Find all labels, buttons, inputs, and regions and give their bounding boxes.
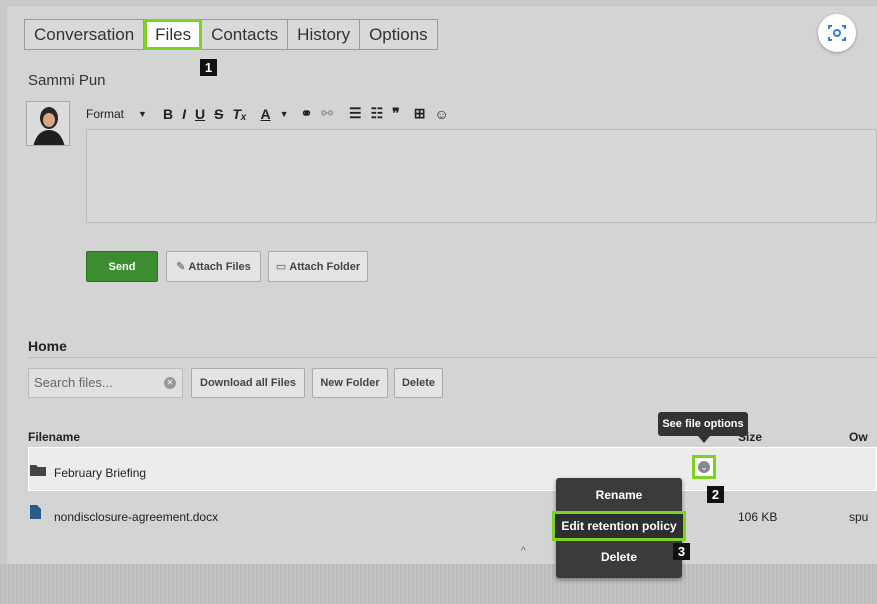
format-toolbar: Format ▼ B I U S Tₓ A ▼ ⚭ ⚯ ☰ ☷ ❞ ⊞ ☺ <box>86 105 458 122</box>
chevron-down-icon: ⌄ <box>698 461 710 473</box>
tooltip: See file options <box>658 412 748 436</box>
font-color-icon[interactable]: A <box>261 106 271 122</box>
tab-conversation[interactable]: Conversation <box>24 19 145 50</box>
bottom-strip <box>0 564 877 604</box>
owner-column-header[interactable]: Ow <box>849 430 868 444</box>
attach-files-button[interactable]: ✎ Attach Files <box>166 251 261 282</box>
attach-files-label: Attach Files <box>188 260 251 273</box>
link-icon[interactable]: ⚭ <box>301 105 313 122</box>
file-owner: spu <box>849 510 869 524</box>
menu-item-edit-retention-policy[interactable]: Edit retention policy <box>552 511 686 541</box>
file-size: 106 KB <box>738 510 778 524</box>
tab-contacts[interactable]: Contacts <box>202 19 289 50</box>
avatar <box>26 101 70 146</box>
tooltip-arrow <box>698 436 710 443</box>
tab-bar: Conversation Files Contacts History Opti… <box>24 19 438 50</box>
numbered-list-icon[interactable]: ☰ <box>349 105 362 122</box>
send-button[interactable]: Send <box>86 251 158 282</box>
paperclip-icon: ✎ <box>176 261 186 273</box>
file-name[interactable]: February Briefing <box>54 466 146 480</box>
tab-options[interactable]: Options <box>360 19 438 50</box>
screenshot-button[interactable] <box>818 14 856 52</box>
folder-icon <box>30 465 46 476</box>
strikethrough-icon[interactable]: S <box>214 106 223 122</box>
scan-icon <box>828 25 846 41</box>
tab-history[interactable]: History <box>288 19 361 50</box>
clear-icon[interactable]: ✕ <box>164 377 176 389</box>
attach-folder-label: Attach Folder <box>289 260 361 273</box>
delete-button[interactable]: Delete <box>394 368 443 398</box>
chevron-down-icon[interactable]: ▼ <box>138 109 147 119</box>
format-dropdown[interactable]: Format <box>86 107 124 121</box>
table-icon[interactable]: ⊞ <box>414 105 426 122</box>
annotation-badge-3: 3 <box>673 543 690 560</box>
italic-icon[interactable]: I <box>182 106 186 122</box>
annotation-badge-1: 1 <box>200 59 217 76</box>
message-editor[interactable] <box>86 129 877 223</box>
scroll-up-icon[interactable]: ^ <box>521 546 526 557</box>
underline-icon[interactable]: U <box>195 106 205 122</box>
file-options-menu: Rename Edit retention policy Delete <box>552 478 686 578</box>
search-placeholder: Search files... <box>34 375 113 390</box>
new-folder-button[interactable]: New Folder <box>312 368 388 398</box>
file-options-button[interactable]: ⌄ <box>692 455 716 479</box>
clear-format-icon[interactable]: Tₓ <box>232 106 246 122</box>
document-icon <box>30 505 41 519</box>
folder-outline-icon: ▭ <box>275 261 287 273</box>
divider <box>28 357 877 358</box>
bullet-list-icon[interactable]: ☷ <box>371 105 384 122</box>
filename-column-header[interactable]: Filename <box>28 430 80 444</box>
menu-item-rename[interactable]: Rename <box>556 480 682 510</box>
tab-files[interactable]: Files <box>144 19 203 50</box>
contact-name: Sammi Pun <box>28 72 106 89</box>
download-all-button[interactable]: Download all Files <box>191 368 305 398</box>
bold-icon[interactable]: B <box>163 106 173 122</box>
file-name[interactable]: nondisclosure-agreement.docx <box>54 510 218 524</box>
unlink-icon[interactable]: ⚯ <box>321 105 333 122</box>
attach-folder-button[interactable]: ▭ Attach Folder <box>268 251 368 282</box>
font-color-chevron-icon[interactable]: ▼ <box>280 109 289 119</box>
table-row[interactable] <box>28 447 877 491</box>
folder-title: Home <box>28 338 67 354</box>
quote-icon[interactable]: ❞ <box>392 105 400 122</box>
emoji-icon[interactable]: ☺ <box>434 106 448 122</box>
search-input[interactable]: Search files... ✕ <box>28 368 183 398</box>
annotation-badge-2: 2 <box>707 486 724 503</box>
menu-item-delete[interactable]: Delete <box>556 542 682 572</box>
